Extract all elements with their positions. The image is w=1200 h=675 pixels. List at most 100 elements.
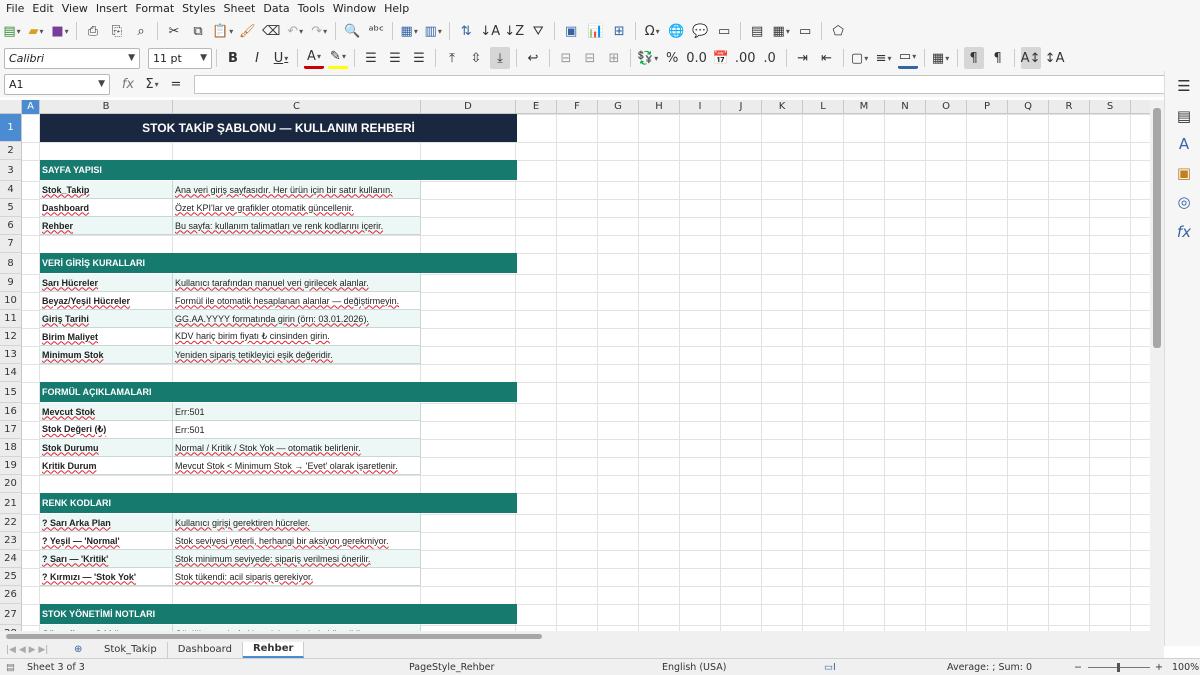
row-key[interactable]: ? Sarı — 'Kritik' [40,550,173,568]
menu-item-tools[interactable]: Tools [294,2,329,15]
insert-chart-icon[interactable]: 📊 [585,20,605,42]
row-key[interactable]: Minimum Stok [40,346,173,364]
column-header-h[interactable]: H [639,100,680,114]
row-header-6[interactable]: 6 [0,217,22,235]
row-value[interactable]: Stok minimum seviyede: sipariş verilmesi… [173,550,421,568]
zoom-in-icon[interactable]: + [1155,662,1163,673]
row-header-8[interactable]: 8 [0,253,22,274]
vertical-scrollbar[interactable] [1150,100,1164,631]
add-decimal-icon[interactable]: .00 [735,47,756,69]
delete-decimal-icon[interactable]: .0 [760,47,780,69]
redo-icon[interactable]: ↷ [309,20,329,42]
bold-icon[interactable]: B [223,47,243,69]
menu-item-window[interactable]: Window [329,2,380,15]
align-left-icon[interactable]: ☰ [361,47,381,69]
row-header-11[interactable]: 11 [0,310,22,328]
row-value[interactable]: Err:501 [173,403,421,421]
column-header-i[interactable]: I [680,100,721,114]
row-key[interactable]: Mevcut Stok [40,403,173,421]
row-header-3[interactable]: 3 [0,160,22,181]
row-header-15[interactable]: 15 [0,382,22,403]
menu-item-view[interactable]: View [58,2,92,15]
column-icon[interactable]: ▥ [423,20,443,42]
export-pdf-icon[interactable]: ⎙ [83,20,103,42]
hyperlink-icon[interactable]: 🌐 [666,20,686,42]
row-header-26[interactable]: 26 [0,586,22,604]
column-header-q[interactable]: Q [1008,100,1049,114]
styles-icon[interactable]: A [1174,133,1194,155]
row-key[interactable]: Rehber [40,217,173,235]
autofilter-icon[interactable]: ⛛ [528,20,548,42]
row-value[interactable]: Ana veri giriş sayfasıdır. Her ürün için… [173,181,421,199]
formula-input[interactable] [194,74,1166,94]
open-folder-icon[interactable]: ▰ [26,20,46,42]
zoom-knob[interactable] [1117,663,1120,672]
align-right-icon[interactable]: ☰ [409,47,429,69]
insert-image-icon[interactable]: ▣ [561,20,581,42]
row-icon[interactable]: ▦ [399,20,419,42]
column-header-r[interactable]: R [1049,100,1090,114]
row-value[interactable]: Kullanıcı tarafından manuel veri girilec… [173,274,421,292]
column-header-l[interactable]: L [803,100,844,114]
row-value[interactable]: Normal / Kritik / Stok Yok — otomatik be… [173,439,421,457]
row-header-9[interactable]: 9 [0,274,22,292]
row-header-18[interactable]: 18 [0,439,22,457]
row-header-25[interactable]: 25 [0,568,22,586]
freeze-rows-columns-icon[interactable]: ▦ [771,20,791,42]
undo-icon[interactable]: ↶ [285,20,305,42]
align-top-icon[interactable]: ⤒ [442,47,462,69]
row-key[interactable]: ? Sarı Arka Plan [40,514,173,532]
font-color-icon[interactable]: A [304,47,324,69]
menu-icon[interactable]: ☰ [1174,75,1194,97]
column-header-j[interactable]: J [721,100,762,114]
sum-display[interactable]: Average: ; Sum: 0 [947,662,1032,673]
spelling-icon[interactable]: ᵃᵇᶜ [366,20,386,42]
row-header-12[interactable]: 12 [0,328,22,346]
column-header-p[interactable]: P [967,100,1008,114]
highlight-color-icon[interactable]: ✎ [328,47,348,69]
zoom-level[interactable]: 100% [1172,662,1199,673]
row-header-22[interactable]: 22 [0,514,22,532]
align-bottom-icon[interactable]: ⤓ [490,47,510,69]
row-header-14[interactable]: 14 [0,364,22,382]
row-value[interactable]: GG.AA.YYYY formatında girin (örn: 03.01.… [173,310,421,328]
row-key[interactable]: Stok Değeri (₺) [40,421,173,439]
percent-format-icon[interactable]: % [662,47,682,69]
scroll-thumb[interactable] [6,634,542,639]
number-format-icon[interactable]: 0.0 [686,47,707,69]
row-header-16[interactable]: 16 [0,403,22,421]
menu-item-format[interactable]: Format [131,2,178,15]
menu-item-data[interactable]: Data [259,2,293,15]
gallery-icon[interactable]: ▣ [1174,162,1194,184]
special-character-icon[interactable]: Ω [642,20,662,42]
copy-icon[interactable]: ⧉ [188,20,208,42]
add-sheet-icon[interactable]: ⊕ [74,644,94,655]
scroll-thumb[interactable] [1153,108,1161,348]
row-header-13[interactable]: 13 [0,346,22,364]
row-key[interactable]: Beyaz/Yeşil Hücreler [40,292,173,310]
row-header-10[interactable]: 10 [0,292,22,310]
wrap-text-icon[interactable]: ↩ [523,47,543,69]
column-header-s[interactable]: S [1090,100,1131,114]
column-header-g[interactable]: G [598,100,639,114]
borders-icon[interactable]: ▢ [850,47,870,69]
row-header-2[interactable]: 2 [0,142,22,160]
row-header-1[interactable]: 1 [0,114,22,142]
merge-center-icon[interactable]: ⊟ [556,47,576,69]
comment-icon[interactable]: 💬 [690,20,710,42]
row-value[interactable]: Stok tükendi: acil sipariş gerekiyor. [173,568,421,586]
border-color-icon[interactable]: ▭ [897,47,918,69]
language[interactable]: English (USA) [662,662,726,673]
row-key[interactable]: Stok_Takip [40,181,173,199]
italic-icon[interactable]: I [247,47,267,69]
clear-formatting-icon[interactable]: ⌫ [261,20,281,42]
save-icon[interactable]: ■ [50,20,70,42]
row-header-7[interactable]: 7 [0,235,22,253]
row-value[interactable]: Yeniden sipariş tetikleyici eşik değerid… [173,346,421,364]
row-value[interactable]: Stok seviyesi yeterli, herhangi bir aksi… [173,532,421,550]
font-size-combo[interactable]: 11 pt ▼ [148,47,212,69]
row-header-27[interactable]: 27 [0,604,22,625]
row-key[interactable]: Giriş Tarihi [40,310,173,328]
column-header-d[interactable]: D [421,100,516,114]
menu-item-sheet[interactable]: Sheet [220,2,260,15]
